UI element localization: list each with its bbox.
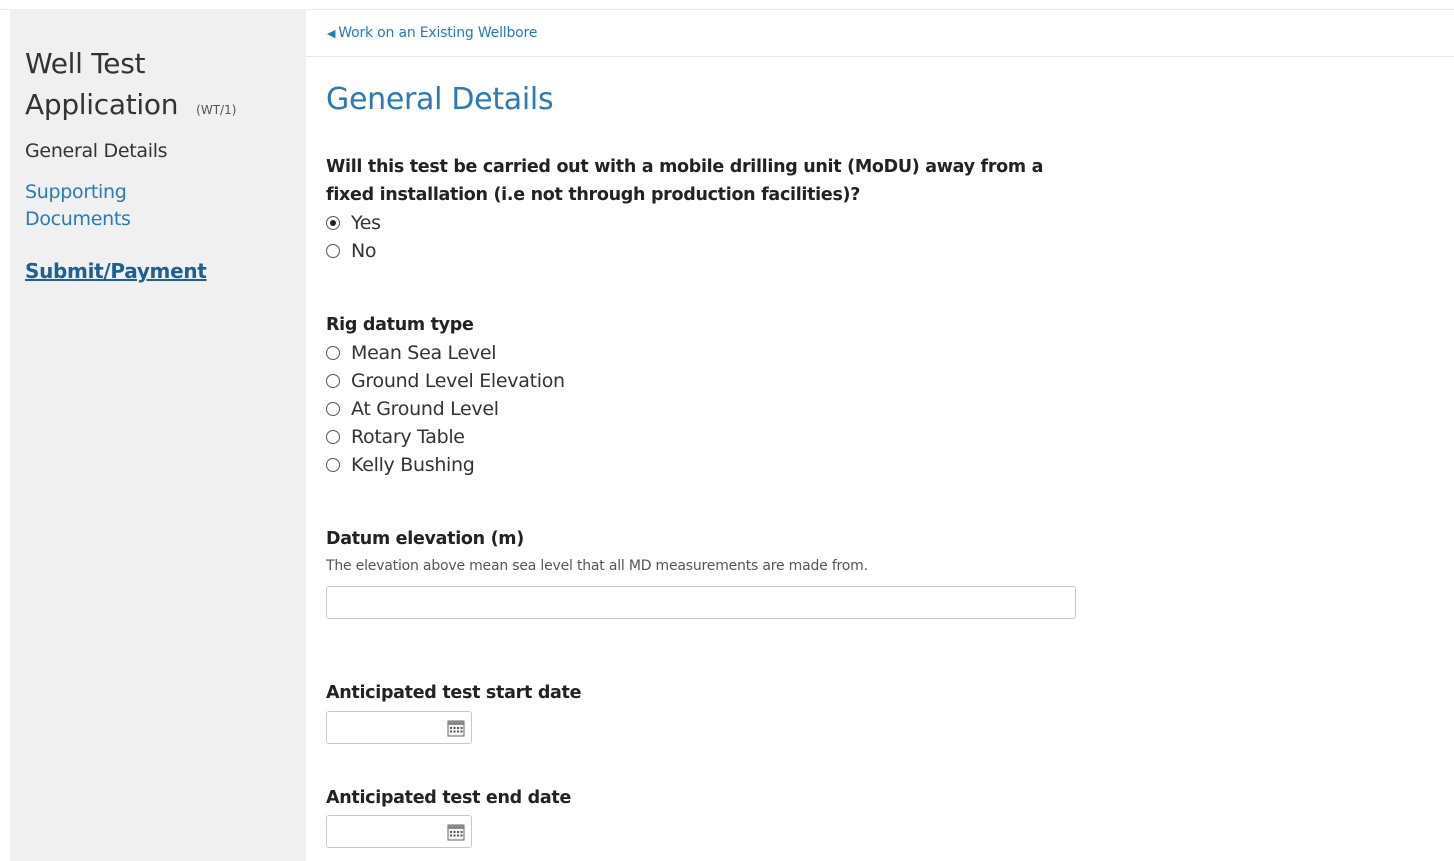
end-date-input[interactable] bbox=[326, 815, 472, 848]
calendar-icon[interactable] bbox=[447, 824, 465, 841]
radio-button[interactable] bbox=[326, 402, 340, 416]
radio-button[interactable] bbox=[326, 374, 340, 388]
back-link-label: Work on an Existing Wellbore bbox=[338, 25, 538, 41]
form-code: (WT/1) bbox=[196, 103, 237, 117]
back-link[interactable]: ◀ Work on an Existing Wellbore bbox=[327, 25, 537, 41]
radio-label: At Ground Level bbox=[351, 398, 499, 420]
datum-elevation-hint: The elevation above mean sea level that … bbox=[326, 558, 868, 574]
start-date-input[interactable] bbox=[326, 711, 472, 744]
app-title-line1: Well Test bbox=[25, 47, 146, 80]
datum-elevation-label: Datum elevation (m) bbox=[326, 529, 524, 549]
rig-datum-option[interactable]: Rotary Table bbox=[326, 426, 465, 448]
end-date-label: Anticipated test end date bbox=[326, 788, 572, 808]
radio-button[interactable] bbox=[326, 458, 340, 472]
start-date-label: Anticipated test start date bbox=[326, 683, 582, 703]
back-triangle-icon: ◀ bbox=[327, 27, 336, 40]
rig-datum-label: Rig datum type bbox=[326, 315, 474, 335]
modu-option[interactable]: Yes bbox=[326, 212, 381, 234]
radio-label: Yes bbox=[351, 212, 381, 234]
sidebar-item-general-details: General Details bbox=[25, 140, 168, 162]
sidebar-item-submit-payment[interactable]: Submit/Payment bbox=[25, 259, 207, 283]
radio-button[interactable] bbox=[326, 346, 340, 360]
rig-datum-option[interactable]: Ground Level Elevation bbox=[326, 370, 565, 392]
page-title: General Details bbox=[326, 82, 554, 117]
radio-label: Kelly Bushing bbox=[351, 454, 475, 476]
modu-option[interactable]: No bbox=[326, 240, 377, 262]
radio-label: No bbox=[351, 240, 377, 262]
sidebar: Well Test Application (WT/1) General Deta… bbox=[10, 9, 306, 861]
rig-datum-option[interactable]: Mean Sea Level bbox=[326, 342, 497, 364]
radio-label: Ground Level Elevation bbox=[351, 370, 565, 392]
rig-datum-option[interactable]: At Ground Level bbox=[326, 398, 499, 420]
radio-label: Rotary Table bbox=[351, 426, 465, 448]
datum-elevation-input[interactable] bbox=[326, 586, 1076, 619]
sidebar-item-supporting-documents[interactable]: Supporting Documents bbox=[25, 179, 225, 233]
radio-label: Mean Sea Level bbox=[351, 342, 497, 364]
radio-button[interactable] bbox=[326, 216, 340, 230]
radio-button[interactable] bbox=[326, 430, 340, 444]
calendar-icon[interactable] bbox=[447, 720, 465, 737]
radio-button[interactable] bbox=[326, 244, 340, 258]
rig-datum-option[interactable]: Kelly Bushing bbox=[326, 454, 475, 476]
back-bar: ◀ Work on an Existing Wellbore bbox=[306, 9, 1454, 57]
app-title-line2: Application bbox=[25, 88, 179, 121]
app-title: Well Test Application (WT/1) bbox=[25, 43, 295, 131]
modu-question-label: Will this test be carried out with a mob… bbox=[326, 157, 1044, 205]
